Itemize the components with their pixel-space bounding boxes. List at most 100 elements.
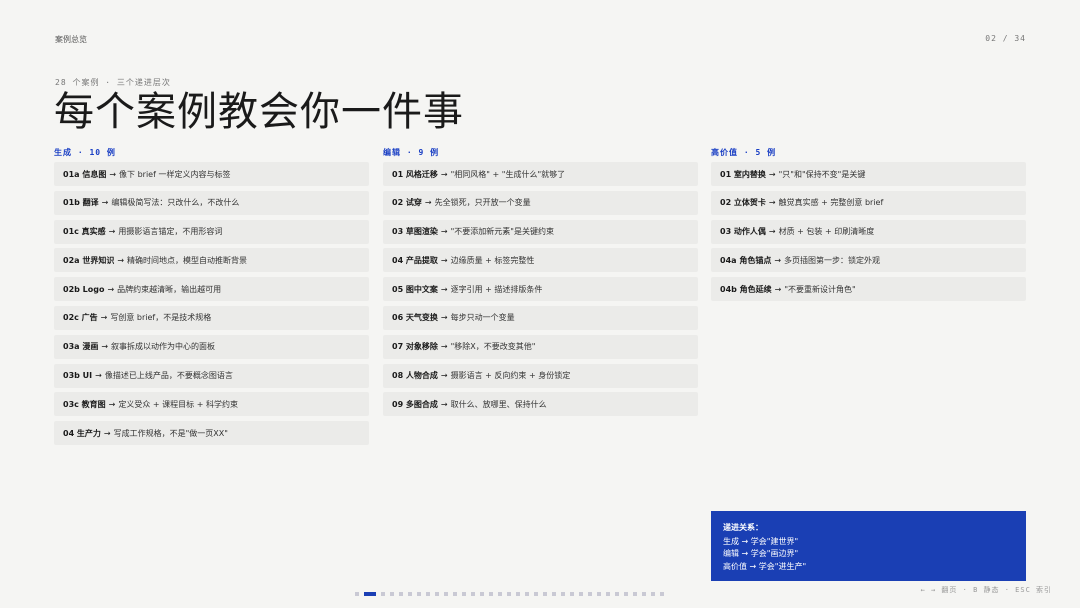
case-item[interactable]: 03a 漫画 → 叙事拆成以动作为中心的面板 — [54, 334, 369, 359]
case-key: 01b 翻译 — [63, 198, 99, 208]
note-line: 高价值 → 学会"进生产" — [723, 561, 807, 571]
case-key: 05 图中文案 — [392, 284, 438, 294]
arrow-icon: → — [108, 227, 116, 237]
page-dot[interactable] — [498, 592, 502, 596]
case-item[interactable]: 03 动作人偶 → 材质 + 包装 + 印刷清晰度 — [711, 219, 1026, 244]
case-key: 03 草图渲染 — [392, 227, 438, 237]
case-item[interactable]: 01b 翻译 → 编辑极简写法：只改什么，不改什么 — [54, 190, 369, 215]
case-item[interactable]: 01 风格迁移 → "相同风格" + "生成什么"就够了 — [383, 162, 698, 186]
case-item[interactable]: 04 产品提取 → 边缘质量 + 标签完整性 — [383, 248, 698, 273]
case-item[interactable]: 08 人物合成 → 摄影语言 + 反向约束 + 身份锁定 — [383, 363, 698, 388]
case-key: 01 室内替换 — [720, 169, 766, 179]
case-item[interactable]: 05 图中文案 → 逐字引用 + 描述排版条件 — [383, 277, 698, 302]
case-lesson: 逐字引用 + 描述排版条件 — [450, 284, 543, 294]
page-dot[interactable] — [462, 592, 466, 596]
note-title: 递进关系： — [723, 523, 763, 532]
case-item[interactable]: 07 对象移除 → "移除X，不要改变其他" — [383, 334, 698, 359]
case-key: 02c 广告 — [63, 313, 98, 323]
case-item[interactable]: 01a 信息图 → 像下 brief 一样定义内容与标签 — [54, 162, 369, 186]
page-dot[interactable] — [552, 592, 556, 596]
case-item[interactable]: 02 试穿 → 先全锁死，只开放一个变量 — [383, 190, 698, 215]
page-title: 每个案例教会你一件事 — [54, 89, 464, 135]
case-lesson: "相同风格" + "生成什么"就够了 — [450, 169, 566, 179]
arrow-icon: → — [107, 284, 115, 294]
page-dot-active[interactable] — [364, 592, 376, 596]
case-item[interactable]: 04b 角色延续 → "不要重新设计角色" — [711, 277, 1026, 302]
page-dot[interactable] — [444, 592, 448, 596]
page-dot[interactable] — [651, 592, 655, 596]
case-item[interactable]: 06 天气变换 → 每步只动一个变量 — [383, 305, 698, 330]
case-lesson: 定义受众 + 课程目标 + 科学约束 — [118, 399, 238, 409]
page-dot[interactable] — [543, 592, 547, 596]
case-lesson: 多页插图第一步：锁定外观 — [784, 255, 881, 265]
page-dot[interactable] — [399, 592, 403, 596]
page-dot[interactable] — [588, 592, 592, 596]
case-lesson: 品牌约束越清晰，输出越可用 — [117, 284, 222, 294]
page-dot[interactable] — [534, 592, 538, 596]
page-indicator: 02 / 34 — [985, 34, 1026, 43]
case-item[interactable]: 03c 教育图 → 定义受众 + 课程目标 + 科学约束 — [54, 392, 369, 417]
arrow-icon: → — [101, 198, 109, 208]
case-lesson: 触觉真实感 + 完整创意 brief — [778, 198, 884, 208]
case-key: 01a 信息图 — [63, 169, 107, 179]
page-dot[interactable] — [615, 592, 619, 596]
case-item[interactable]: 02c 广告 → 写创意 brief，不是技术规格 — [54, 305, 369, 330]
column-heading: 生成 · 10 例 — [54, 148, 116, 157]
case-key: 03 动作人偶 — [720, 227, 766, 237]
page-dot[interactable] — [525, 592, 529, 596]
case-item[interactable]: 03b UI → 像描述已上线产品，不要概念图语言 — [54, 363, 369, 388]
page-dot[interactable] — [426, 592, 430, 596]
case-key: 03c 教育图 — [63, 399, 106, 409]
arrow-icon: → — [440, 255, 448, 265]
page-dot[interactable] — [489, 592, 493, 596]
case-item[interactable]: 01 室内替换 → "只"和"保持不变"是关键 — [711, 162, 1026, 186]
arrow-icon: → — [440, 169, 448, 179]
arrow-icon: → — [117, 255, 125, 265]
case-key: 06 天气变换 — [392, 313, 438, 323]
note-line: 生成 → 学会"建世界" — [723, 536, 799, 546]
arrow-icon: → — [95, 371, 102, 381]
arrow-icon: → — [108, 399, 116, 409]
case-key: 08 人物合成 — [392, 371, 438, 381]
arrow-icon: → — [768, 227, 776, 237]
case-item[interactable]: 01c 真实感 → 用摄影语言锚定，不用形容词 — [54, 219, 369, 244]
arrow-icon: → — [100, 313, 108, 323]
page-dot[interactable] — [660, 592, 664, 596]
page-dot[interactable] — [435, 592, 439, 596]
case-item[interactable]: 04 生产力 → 写成工作规格，不是"做一页XX" — [54, 421, 369, 446]
column-high-value: 高价值 · 5 例 01 室内替换 → "只"和"保持不变"是关键 02 立体贺卡 → 触… — [711, 148, 1026, 306]
case-item[interactable]: 02a 世界知识 → 精确时间地点，模型自动推断背景 — [54, 248, 369, 273]
arrow-icon: → — [424, 198, 432, 208]
case-key: 07 对象移除 — [392, 342, 438, 352]
case-lesson: "不要重新设计角色" — [784, 284, 856, 294]
case-item[interactable]: 02b Logo → 品牌约束越清晰，输出越可用 — [54, 277, 369, 302]
page-dot[interactable] — [516, 592, 520, 596]
case-lesson: 取什么、放哪里、保持什么 — [450, 399, 547, 409]
page-dot[interactable] — [471, 592, 475, 596]
arrow-icon: → — [440, 399, 448, 409]
page-dot[interactable] — [570, 592, 574, 596]
page-dot[interactable] — [390, 592, 394, 596]
page-dot[interactable] — [624, 592, 628, 596]
page-dot[interactable] — [507, 592, 511, 596]
page-dot[interactable] — [355, 592, 359, 596]
page-dot[interactable] — [579, 592, 583, 596]
case-item[interactable]: 03 草图渲染 → "不要添加新元素"是关键约束 — [383, 219, 698, 244]
case-item[interactable]: 09 多图合成 → 取什么、放哪里、保持什么 — [383, 392, 698, 417]
page-dot[interactable] — [480, 592, 484, 596]
page-dot[interactable] — [561, 592, 565, 596]
arrow-icon: → — [774, 284, 782, 294]
page-dot[interactable] — [381, 592, 385, 596]
case-lesson: "不要添加新元素"是关键约束 — [450, 227, 554, 237]
page-dot[interactable] — [408, 592, 412, 596]
page-dot[interactable] — [453, 592, 457, 596]
page-dot[interactable] — [597, 592, 601, 596]
page-dot[interactable] — [633, 592, 637, 596]
case-key: 09 多图合成 — [392, 399, 438, 409]
page-dot[interactable] — [417, 592, 421, 596]
case-lesson: 每步只动一个变量 — [450, 313, 515, 323]
case-item[interactable]: 04a 角色锚点 → 多页插图第一步：锁定外观 — [711, 248, 1026, 273]
page-dot[interactable] — [606, 592, 610, 596]
page-dot[interactable] — [642, 592, 646, 596]
case-item[interactable]: 02 立体贺卡 → 触觉真实感 + 完整创意 brief — [711, 190, 1026, 215]
